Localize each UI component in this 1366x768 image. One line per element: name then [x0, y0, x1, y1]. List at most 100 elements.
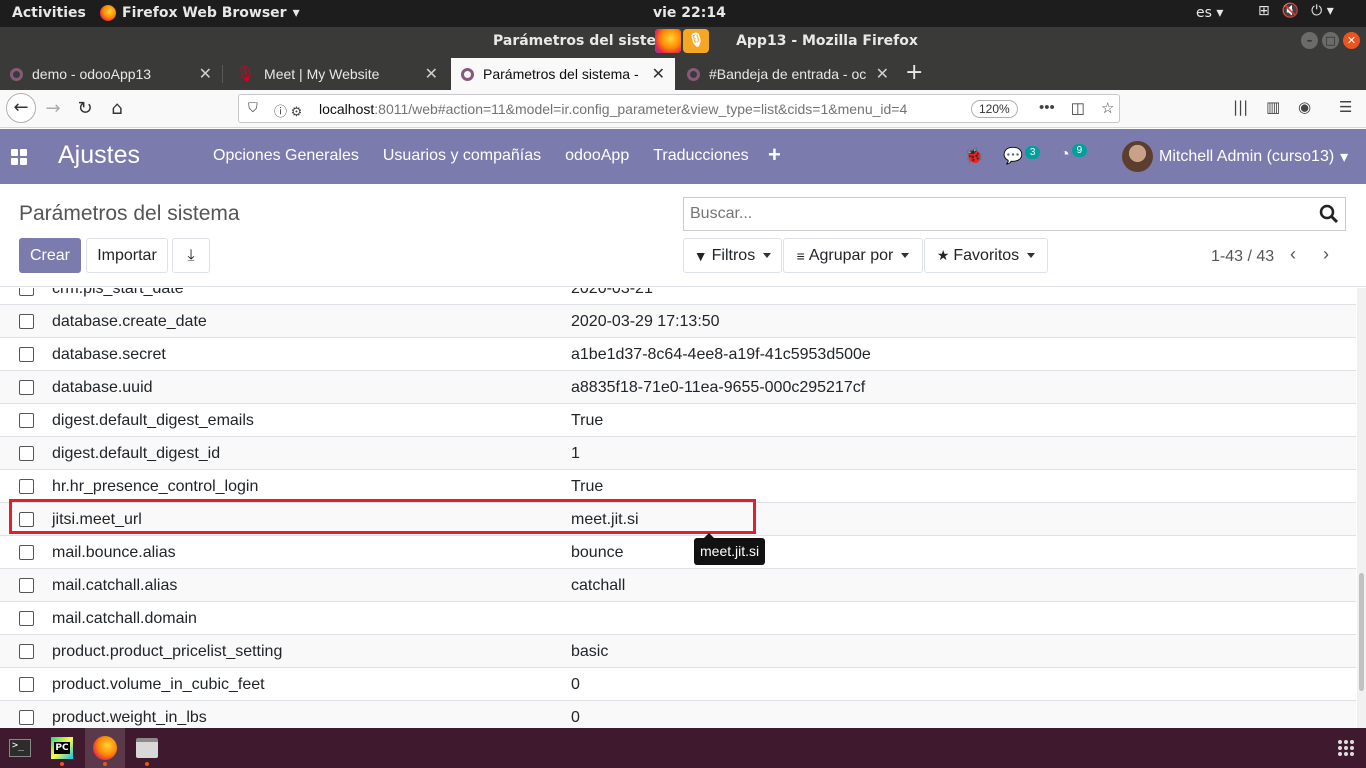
pocket-icon[interactable]: ◫	[1071, 99, 1085, 117]
chevron-right-icon[interactable]: ›	[1323, 244, 1329, 265]
clock[interactable]: vie 22:14	[653, 5, 726, 21]
parameter-key: product.product_pricelist_setting	[52, 643, 283, 660]
new-tab-icon[interactable]: +	[905, 60, 923, 85]
forward-icon[interactable]: →	[40, 96, 66, 122]
search-box[interactable]	[683, 197, 1346, 231]
table-row[interactable]: mail.catchall.domain	[0, 601, 1356, 634]
create-button[interactable]: Crear	[19, 238, 81, 273]
row-checkbox[interactable]	[19, 446, 34, 461]
back-icon[interactable]: ←	[6, 93, 36, 123]
home-icon[interactable]: ⌂	[104, 96, 130, 122]
filters-button[interactable]: ▼ Filtros	[683, 238, 782, 273]
pager-value[interactable]: 1-43 / 43	[1211, 248, 1274, 266]
menu-general-settings[interactable]: Opciones Generales	[213, 147, 359, 165]
app-menu-bar: Opciones Generales Usuarios y compañías …	[213, 147, 749, 165]
chevron-down-icon: ▾	[1340, 148, 1349, 166]
url-text[interactable]: localhost:8011/web#action=11&model=ir.co…	[319, 101, 907, 117]
app-title[interactable]: Ajustes	[58, 141, 140, 170]
parameter-key: product.volume_in_cubic_feet	[52, 676, 265, 693]
chevron-left-icon[interactable]: ‹	[1290, 244, 1296, 265]
row-checkbox[interactable]	[19, 710, 34, 725]
activities-button[interactable]: Activities	[12, 5, 86, 21]
table-row[interactable]: mail.bounce.alias bounce	[0, 535, 1356, 568]
row-checkbox[interactable]	[19, 479, 34, 494]
scrollbar[interactable]	[1357, 288, 1366, 728]
tab-system-parameters[interactable]: Parámetros del sistema - ✕	[451, 58, 675, 90]
minimize-icon[interactable]: –	[1301, 32, 1318, 49]
table-row[interactable]: database.uuid a8835f18-71e0-11ea-9655-000…	[0, 370, 1356, 403]
favorites-label: Favoritos	[953, 246, 1020, 264]
table-row[interactable]: mail.catchall.alias catchall	[0, 568, 1356, 601]
tab-separator	[222, 65, 223, 83]
tab-meet[interactable]: 🎙 Meet | My Website ✕	[226, 58, 448, 90]
row-checkbox[interactable]	[19, 677, 34, 692]
close-icon[interactable]: ✕	[876, 64, 889, 84]
language-indicator[interactable]: es ▾	[1196, 5, 1223, 21]
app-menu[interactable]: Firefox Web Browser ▾	[100, 5, 300, 21]
dock-firefox[interactable]	[85, 728, 125, 768]
row-checkbox[interactable]	[19, 314, 34, 329]
favorites-button[interactable]: ★ Favoritos	[924, 238, 1048, 273]
close-icon[interactable]: ✕	[652, 64, 665, 84]
row-checkbox[interactable]	[19, 545, 34, 560]
reload-icon[interactable]: ↻	[72, 96, 98, 122]
tab-label: demo - odooApp13	[32, 66, 152, 82]
table-row[interactable]: digest.default_digest_emails True	[0, 403, 1356, 436]
sidebar-icon[interactable]: ▥	[1266, 98, 1280, 116]
row-checkbox[interactable]	[19, 578, 34, 593]
search-input[interactable]	[690, 199, 1290, 229]
close-icon[interactable]: ✕	[425, 64, 438, 84]
row-checkbox[interactable]	[19, 413, 34, 428]
site-info-icon[interactable]: ⓘ ⚙	[274, 101, 302, 120]
menu-icon[interactable]: ☰	[1339, 98, 1352, 116]
url-bar[interactable]: ⛉ ⓘ ⚙ localhost:8011/web#action=11&model…	[238, 94, 1120, 123]
search-icon[interactable]	[1319, 204, 1339, 224]
sharing-indicator[interactable]: 🎙	[655, 29, 709, 53]
plus-icon[interactable]: +	[768, 142, 781, 168]
zoom-indicator[interactable]: 120%	[971, 100, 1018, 118]
table-row[interactable]: product.volume_in_cubic_feet 0	[0, 667, 1356, 700]
table-row[interactable]: product.product_pricelist_setting basic	[0, 634, 1356, 667]
show-applications-icon[interactable]	[1338, 740, 1354, 756]
activities-button[interactable]: ◔ 9	[1060, 144, 1088, 164]
parameter-key: mail.bounce.alias	[52, 544, 176, 561]
tab-inbox[interactable]: #Bandeja de entrada - oc ✕	[677, 58, 899, 90]
user-menu[interactable]: Mitchell Admin (curso13) ▾	[1122, 141, 1348, 172]
close-icon[interactable]: ✕	[199, 64, 212, 84]
row-checkbox[interactable]	[19, 347, 34, 362]
table-row[interactable]: product.weight_in_lbs 0	[0, 700, 1356, 728]
menu-odooapp[interactable]: odooApp	[565, 147, 629, 165]
apps-grid-icon[interactable]	[11, 149, 27, 165]
messages-button[interactable]: 💬 3	[1003, 146, 1041, 166]
row-checkbox[interactable]	[19, 611, 34, 626]
group-by-button[interactable]: ≡ Agrupar por	[783, 238, 923, 273]
table-row[interactable]: digest.default_digest_id 1	[0, 436, 1356, 469]
row-checkbox[interactable]	[19, 288, 34, 296]
menu-translations[interactable]: Traducciones	[653, 147, 748, 165]
table-row[interactable]: database.secret a1be1d37-8c64-4ee8-a19f-4…	[0, 337, 1356, 370]
dock-pycharm[interactable]: PC	[42, 728, 82, 768]
tab-demo[interactable]: demo - odooApp13 ✕	[0, 58, 222, 90]
download-button[interactable]: ⤓	[172, 238, 210, 273]
more-actions-icon[interactable]: •••	[1039, 99, 1055, 117]
url-path: :8011/web#action=11&model=ir.config_para…	[374, 101, 908, 117]
shield-icon[interactable]: ⛉	[248, 100, 258, 116]
row-checkbox[interactable]	[19, 380, 34, 395]
maximize-icon[interactable]: □	[1322, 32, 1339, 49]
close-icon[interactable]: ✕	[1343, 32, 1360, 49]
system-tray[interactable]: ⊞ 🔇 ⏻ ▾	[1258, 3, 1334, 19]
library-icon[interactable]: |||	[1233, 98, 1248, 116]
dock-terminal[interactable]: >_	[0, 728, 40, 768]
table-row[interactable]: crm.pls_start_date 2020-03-21	[0, 288, 1356, 304]
row-checkbox[interactable]	[19, 644, 34, 659]
account-icon[interactable]: ◉	[1298, 98, 1311, 116]
menu-users-companies[interactable]: Usuarios y compañías	[383, 147, 541, 165]
import-button[interactable]: Importar	[86, 238, 168, 273]
dock-files[interactable]	[127, 728, 167, 768]
table-row[interactable]: hr.hr_presence_control_login True	[0, 469, 1356, 502]
table-row[interactable]: database.create_date 2020-03-29 17:13:50	[0, 304, 1356, 337]
scrollbar-thumb[interactable]	[1359, 573, 1364, 691]
tab-label: Meet | My Website	[264, 66, 380, 82]
bookmark-star-icon[interactable]: ☆	[1101, 99, 1114, 117]
bug-icon[interactable]: 🐞	[964, 146, 984, 166]
